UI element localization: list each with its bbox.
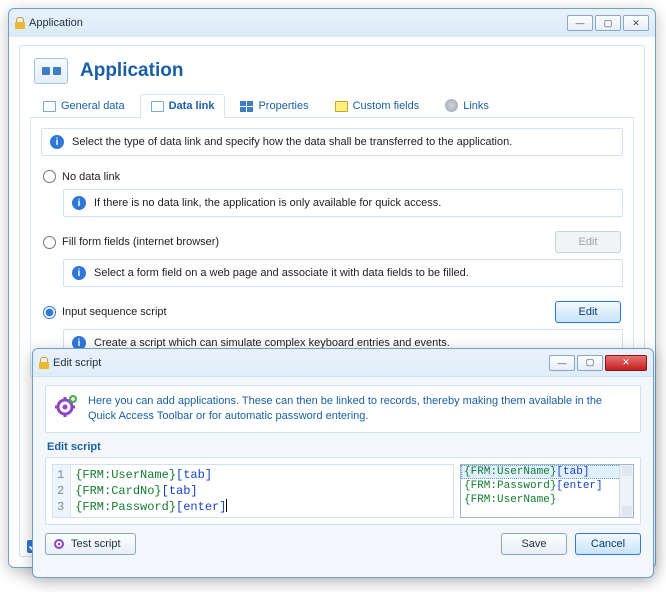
dialog-close-button[interactable]: ✕ (605, 355, 647, 371)
line-number: 1 (57, 467, 64, 483)
intro-info: i Select the type of data link and speci… (41, 128, 623, 156)
link-icon (445, 99, 458, 112)
lock-icon (15, 17, 25, 29)
document-icon (335, 101, 348, 112)
info-icon: i (72, 266, 86, 280)
dialog-footer: Test script Save Cancel (45, 525, 641, 555)
intro-text: Select the type of data link and specify… (72, 136, 512, 148)
gear-plus-icon (54, 394, 78, 418)
option-no-data-link[interactable]: No data link (41, 166, 623, 189)
dialog-intro-text: Here you can add applications. These can… (88, 394, 632, 424)
text-caret (226, 499, 227, 512)
dialog-titlebar[interactable]: Edit script — ▢ ✕ (33, 349, 653, 377)
tab-label: Properties (258, 100, 308, 112)
radio-no-data-link[interactable] (43, 170, 56, 183)
tab-links[interactable]: Links (434, 93, 500, 118)
button-label: Test script (71, 538, 121, 550)
option-no-data-link-info: i If there is no data link, the applicat… (63, 189, 623, 217)
minimize-button[interactable]: — (567, 15, 593, 31)
dialog-title: Edit script (53, 357, 101, 369)
option-label: Fill form fields (internet browser) (62, 236, 219, 248)
close-button[interactable]: ✕ (623, 15, 649, 31)
tab-properties[interactable]: Properties (229, 94, 319, 118)
info-icon: i (50, 135, 64, 149)
tab-label: General data (61, 100, 125, 112)
gear-icon (52, 537, 66, 551)
main-titlebar[interactable]: Application — ▢ ✕ (9, 9, 655, 37)
tab-custom-fields[interactable]: Custom fields (324, 94, 431, 118)
option-input-script[interactable]: Input sequence script Edit (41, 297, 623, 329)
option-label: No data link (62, 171, 120, 183)
edit-form-button: Edit (555, 231, 621, 253)
tab-body-data-link: i Select the type of data link and speci… (30, 118, 634, 378)
autocomplete-list[interactable]: {FRM:UserName}[tab] {FRM:Password}[enter… (460, 464, 634, 518)
autocomplete-item[interactable]: {FRM:Password}[enter] (461, 479, 633, 493)
code-line[interactable]: {FRM:Password}[enter] (75, 499, 227, 515)
option-fill-form[interactable]: Fill form fields (internet browser) Edit (41, 227, 623, 259)
line-number: 2 (57, 483, 64, 499)
application-icon (34, 58, 68, 84)
tab-strip: General data Data link Properties Custom… (30, 92, 634, 118)
main-window-title: Application (29, 17, 83, 29)
save-button[interactable]: Save (501, 533, 567, 555)
tab-general-data[interactable]: General data (32, 94, 136, 118)
radio-fill-form[interactable] (43, 236, 56, 249)
dialog-body: Here you can add applications. These can… (33, 377, 653, 563)
dialog-intro: Here you can add applications. These can… (45, 385, 641, 433)
dialog-minimize-button[interactable]: — (549, 355, 575, 371)
page-icon (151, 101, 164, 112)
editor-area: 1 2 3 {FRM:UserName}[tab] {FRM:CardNo}[t… (45, 457, 641, 525)
option-label: Input sequence script (62, 306, 167, 318)
autocomplete-scrollbar[interactable] (619, 465, 633, 517)
test-script-button[interactable]: Test script (45, 533, 136, 555)
cancel-button[interactable]: Cancel (575, 533, 641, 555)
autocomplete-item[interactable]: {FRM:UserName} (461, 493, 633, 507)
code-line[interactable]: {FRM:CardNo}[tab] (75, 483, 227, 499)
tab-label: Data link (169, 100, 215, 112)
edit-script-button[interactable]: Edit (555, 301, 621, 323)
maximize-button[interactable]: ▢ (595, 15, 621, 31)
lock-icon (39, 357, 49, 369)
dialog-maximize-button[interactable]: ▢ (577, 355, 603, 371)
page-icon (43, 101, 56, 112)
page-title: Application (80, 60, 183, 82)
tab-label: Custom fields (353, 100, 420, 112)
tab-data-link[interactable]: Data link (140, 94, 226, 118)
script-editor[interactable]: 1 2 3 {FRM:UserName}[tab] {FRM:CardNo}[t… (52, 464, 454, 518)
autocomplete-item[interactable]: {FRM:UserName}[tab] (461, 465, 633, 479)
app-header: Application (30, 54, 634, 92)
edit-script-dialog: Edit script — ▢ ✕ Here you can add appli… (32, 348, 654, 578)
line-number-gutter: 1 2 3 (53, 465, 71, 517)
code-lines[interactable]: {FRM:UserName}[tab] {FRM:CardNo}[tab] {F… (71, 465, 231, 517)
info-text: If there is no data link, the applicatio… (94, 197, 441, 209)
line-number: 3 (57, 499, 64, 515)
info-icon: i (72, 196, 86, 210)
tab-label: Links (463, 100, 489, 112)
edit-script-section-label: Edit script (45, 439, 641, 457)
grid-icon (240, 101, 253, 112)
option-fill-form-info: i Select a form field on a web page and … (63, 259, 623, 287)
radio-input-script[interactable] (43, 306, 56, 319)
code-line[interactable]: {FRM:UserName}[tab] (75, 467, 227, 483)
info-text: Select a form field on a web page and as… (94, 267, 469, 279)
